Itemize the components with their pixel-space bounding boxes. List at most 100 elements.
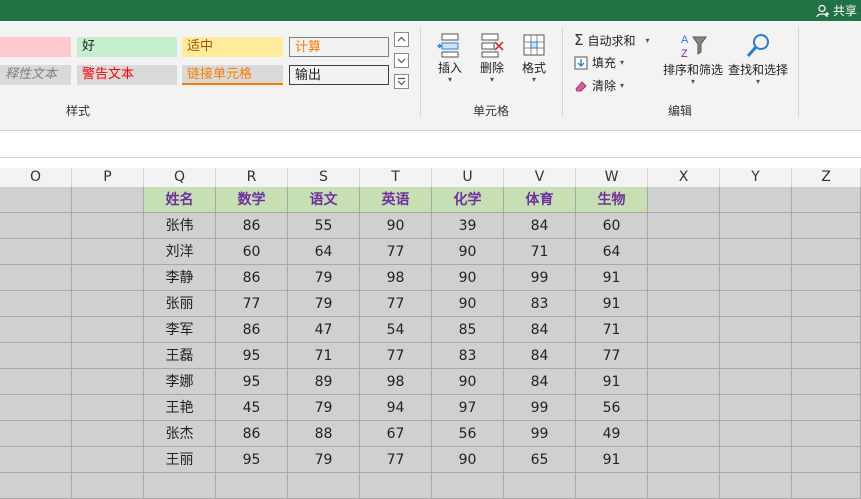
empty-cell[interactable]	[792, 213, 861, 239]
empty-cell[interactable]	[72, 447, 144, 473]
format-button[interactable]: 格式 ▾	[516, 31, 552, 84]
table-header-cell[interactable]: 化学	[432, 187, 504, 213]
empty-cell[interactable]	[72, 421, 144, 447]
table-cell[interactable]: 49	[576, 421, 648, 447]
table-cell[interactable]: 89	[288, 369, 360, 395]
empty-cell[interactable]	[144, 473, 216, 499]
empty-cell[interactable]	[648, 317, 720, 343]
column-header-o[interactable]: O	[0, 168, 72, 187]
table-cell[interactable]: 56	[432, 421, 504, 447]
table-cell[interactable]: 98	[360, 369, 432, 395]
empty-cell[interactable]	[0, 395, 72, 421]
empty-cell[interactable]	[792, 395, 861, 421]
column-header-x[interactable]: X	[648, 168, 720, 187]
gallery-more-button[interactable]	[394, 74, 409, 89]
table-cell[interactable]: 99	[504, 421, 576, 447]
column-header-s[interactable]: S	[288, 168, 360, 187]
empty-cell[interactable]	[72, 473, 144, 499]
style-linked-cell[interactable]: 链接单元格	[182, 65, 283, 85]
empty-cell[interactable]	[648, 265, 720, 291]
table-cell[interactable]: 张伟	[144, 213, 216, 239]
empty-cell[interactable]	[648, 421, 720, 447]
style-bad[interactable]	[0, 37, 71, 57]
autosum-button[interactable]: Σ 自动求和 ▾	[574, 31, 650, 49]
table-header-cell[interactable]: 数学	[216, 187, 288, 213]
style-output[interactable]: 输出	[289, 65, 389, 85]
empty-cell[interactable]	[648, 213, 720, 239]
table-cell[interactable]: 39	[432, 213, 504, 239]
table-cell[interactable]: 67	[360, 421, 432, 447]
table-cell[interactable]: 56	[576, 395, 648, 421]
empty-cell[interactable]	[720, 291, 792, 317]
empty-cell[interactable]	[720, 447, 792, 473]
table-cell[interactable]: 90	[432, 447, 504, 473]
table-header-cell[interactable]: 姓名	[144, 187, 216, 213]
column-header-y[interactable]: Y	[720, 168, 792, 187]
gallery-up-button[interactable]	[394, 32, 409, 47]
table-cell[interactable]: 85	[432, 317, 504, 343]
table-cell[interactable]: 97	[432, 395, 504, 421]
table-cell[interactable]: 90	[432, 369, 504, 395]
empty-cell[interactable]	[0, 291, 72, 317]
empty-cell[interactable]	[720, 239, 792, 265]
empty-cell[interactable]	[720, 265, 792, 291]
table-cell[interactable]: 60	[576, 213, 648, 239]
table-cell[interactable]: 91	[576, 447, 648, 473]
table-cell[interactable]: 64	[288, 239, 360, 265]
empty-cell[interactable]	[792, 239, 861, 265]
empty-cell[interactable]	[792, 343, 861, 369]
table-cell[interactable]: 79	[288, 291, 360, 317]
empty-cell[interactable]	[0, 421, 72, 447]
empty-cell[interactable]	[792, 369, 861, 395]
empty-cell[interactable]	[72, 239, 144, 265]
table-cell[interactable]: 77	[360, 447, 432, 473]
empty-cell[interactable]	[792, 447, 861, 473]
table-cell[interactable]: 47	[288, 317, 360, 343]
empty-cell[interactable]	[648, 447, 720, 473]
table-cell[interactable]: 65	[504, 447, 576, 473]
empty-cell[interactable]	[0, 239, 72, 265]
empty-cell[interactable]	[648, 369, 720, 395]
empty-cell[interactable]	[648, 291, 720, 317]
empty-cell[interactable]	[648, 239, 720, 265]
table-cell[interactable]: 86	[216, 421, 288, 447]
empty-cell[interactable]	[0, 213, 72, 239]
table-header-cell[interactable]: 语文	[288, 187, 360, 213]
empty-cell[interactable]	[72, 187, 144, 213]
table-header-cell[interactable]: 英语	[360, 187, 432, 213]
column-header-t[interactable]: T	[360, 168, 432, 187]
empty-cell[interactable]	[0, 317, 72, 343]
sort-filter-button[interactable]: AZ 排序和筛选 ▾	[662, 31, 724, 86]
table-cell[interactable]: 71	[288, 343, 360, 369]
insert-button[interactable]: 插入 ▾	[432, 31, 468, 84]
table-cell[interactable]: 79	[288, 447, 360, 473]
column-header-v[interactable]: V	[504, 168, 576, 187]
gallery-down-button[interactable]	[394, 53, 409, 68]
table-cell[interactable]: 张杰	[144, 421, 216, 447]
table-cell[interactable]: 刘洋	[144, 239, 216, 265]
table-cell[interactable]: 55	[288, 213, 360, 239]
empty-cell[interactable]	[288, 473, 360, 499]
column-header-w[interactable]: W	[576, 168, 648, 187]
table-cell[interactable]: 99	[504, 265, 576, 291]
table-cell[interactable]: 91	[576, 369, 648, 395]
table-cell[interactable]: 90	[360, 213, 432, 239]
fill-button[interactable]: 填充 ▾	[574, 54, 624, 71]
empty-cell[interactable]	[216, 473, 288, 499]
empty-cell[interactable]	[792, 473, 861, 499]
empty-cell[interactable]	[720, 473, 792, 499]
table-cell[interactable]: 李静	[144, 265, 216, 291]
table-cell[interactable]: 王丽	[144, 447, 216, 473]
empty-cell[interactable]	[0, 447, 72, 473]
empty-cell[interactable]	[72, 369, 144, 395]
table-cell[interactable]: 84	[504, 317, 576, 343]
style-warning[interactable]: 警告文本	[77, 65, 177, 85]
table-cell[interactable]: 91	[576, 291, 648, 317]
empty-cell[interactable]	[72, 395, 144, 421]
style-explanatory[interactable]: 释性文本	[0, 65, 71, 85]
table-cell[interactable]: 94	[360, 395, 432, 421]
empty-cell[interactable]	[720, 369, 792, 395]
table-cell[interactable]: 77	[360, 291, 432, 317]
table-cell[interactable]: 91	[576, 265, 648, 291]
empty-cell[interactable]	[648, 395, 720, 421]
